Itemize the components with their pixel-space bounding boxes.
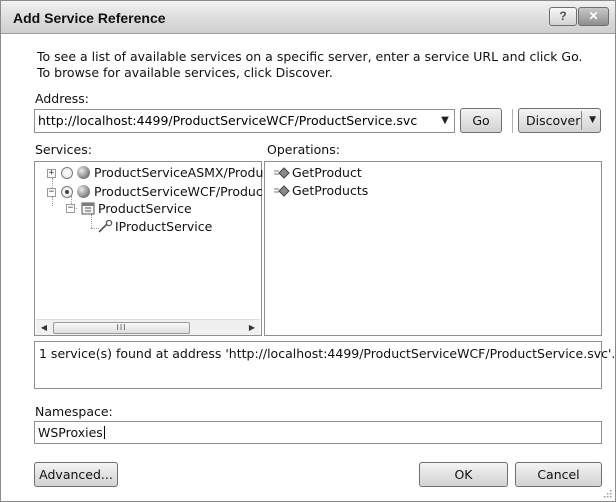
expand-icon[interactable]: + (47, 169, 56, 178)
toolbar-separator (512, 109, 513, 133)
operation-item[interactable]: GetProduct (292, 165, 362, 180)
text-caret (103, 426, 105, 439)
namespace-value: WSProxies (38, 425, 103, 440)
discover-label: Discover (526, 113, 581, 128)
collapse-icon[interactable]: − (66, 204, 75, 213)
tree-item-asmx[interactable]: ProductServiceASMX/Produ (94, 165, 263, 180)
operation-item[interactable]: GetProducts (292, 183, 368, 198)
service-radio-selected[interactable] (61, 186, 73, 198)
go-button[interactable]: Go (460, 108, 502, 133)
tree-item-wcf[interactable]: ProductServiceWCF/Produc (94, 184, 263, 199)
services-tree[interactable]: + ProductServiceASMX/Produ − ProductServ… (34, 161, 263, 336)
split-divider (581, 111, 582, 130)
status-message: 1 service(s) found at address 'http://lo… (34, 341, 615, 389)
cancel-button[interactable]: Cancel (515, 462, 602, 487)
address-input[interactable]: http://localhost:4499/ProductServiceWCF/… (34, 109, 455, 133)
interface-icon (98, 220, 113, 233)
scroll-right-icon[interactable]: ▶ (244, 320, 260, 336)
resize-grip-icon[interactable] (602, 488, 612, 498)
address-value: http://localhost:4499/ProductServiceWCF/… (38, 113, 418, 128)
instructions-text: To see a list of available services on a… (37, 49, 583, 80)
service-class-icon (81, 202, 95, 215)
address-dropdown-arrow-icon[interactable]: ▼ (435, 109, 455, 133)
operations-list[interactable]: GetProduct GetProducts (264, 161, 602, 336)
discover-dropdown-icon[interactable]: ▼ (589, 109, 596, 132)
tree-item-productservice[interactable]: ProductService (98, 201, 192, 216)
scroll-left-icon[interactable]: ◀ (36, 320, 52, 336)
title-bar: Add Service Reference ? ✕ (1, 1, 615, 34)
tree-item-iproductservice[interactable]: IProductService (115, 219, 212, 234)
collapse-icon[interactable]: − (47, 188, 56, 197)
service-globe-icon (77, 166, 90, 179)
services-horizontal-scrollbar[interactable]: ◀ III ▶ (36, 319, 260, 335)
namespace-label: Namespace: (35, 404, 113, 419)
discover-button[interactable]: Discover ▼ (518, 108, 601, 133)
service-radio[interactable] (61, 167, 73, 179)
services-label: Services: (35, 142, 92, 157)
service-globe-icon (77, 185, 90, 198)
tree-line (91, 214, 92, 228)
close-button[interactable]: ✕ (578, 7, 609, 26)
scroll-thumb[interactable]: III (53, 322, 190, 334)
add-service-reference-dialog: Add Service Reference ? ✕ To see a list … (0, 0, 616, 502)
namespace-input[interactable]: WSProxies (34, 421, 602, 444)
operations-label: Operations: (267, 142, 340, 157)
help-button[interactable]: ? (549, 7, 577, 26)
method-icon (274, 185, 290, 197)
advanced-button[interactable]: Advanced... (34, 462, 118, 487)
dialog-title: Add Service Reference (13, 10, 166, 26)
address-label: Address: (35, 91, 89, 106)
method-icon (274, 167, 290, 179)
ok-button[interactable]: OK (419, 462, 508, 487)
